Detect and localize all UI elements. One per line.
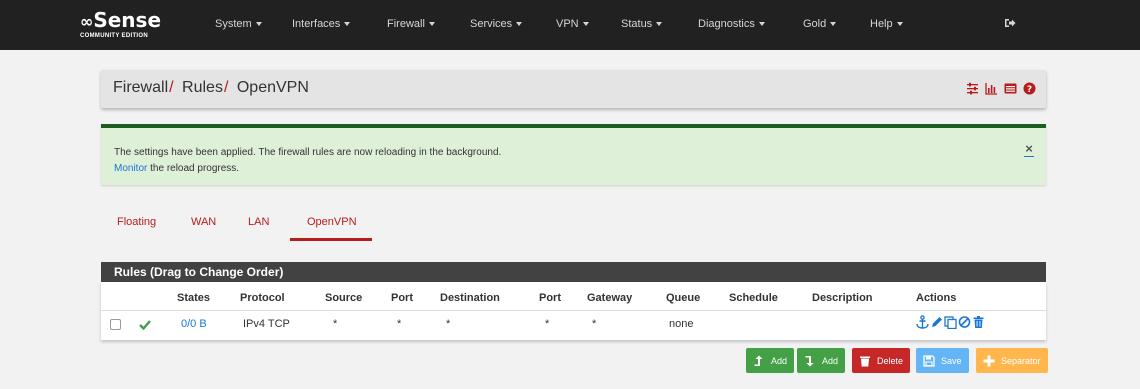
trash-icon[interactable] (972, 315, 985, 329)
sliders-icon[interactable] (966, 82, 979, 95)
breadcrumb-separator: / (169, 79, 174, 96)
rules-table: States Protocol Source Port Destination … (101, 282, 1046, 340)
nav-services[interactable]: Services (470, 18, 523, 30)
pencil-icon[interactable] (930, 315, 943, 329)
breadcrumb-openvpn: OpenVPN (236, 79, 309, 96)
header-port: Port (539, 292, 561, 304)
nav-interfaces[interactable]: Interfaces (292, 18, 351, 30)
header-port: Port (391, 292, 413, 304)
header-source: Source (325, 292, 363, 304)
nav-status[interactable]: Status (621, 18, 663, 30)
caret-down-icon (516, 22, 523, 27)
caret-down-icon (428, 22, 435, 27)
row-actions (916, 315, 985, 329)
tab-openvpn[interactable]: OpenVPN (307, 216, 357, 228)
row-divider (101, 310, 1046, 311)
cell-dest-port: * (545, 318, 550, 330)
ban-icon[interactable] (958, 315, 971, 329)
close-icon[interactable]: × (1024, 142, 1034, 157)
nav-firewall[interactable]: Firewall (387, 18, 435, 30)
caret-down-icon (255, 22, 262, 27)
header-queue: Queue (666, 292, 701, 304)
monitor-link[interactable]: Monitor (114, 163, 147, 174)
bar-chart-icon[interactable] (985, 82, 998, 95)
alert-suffix: the reload progress. (150, 163, 240, 174)
header-description: Description (812, 292, 873, 304)
save-button[interactable]: Save (916, 348, 969, 373)
nav-help[interactable]: Help (870, 18, 903, 30)
states-link[interactable]: 0/0 B (181, 318, 207, 330)
floppy-disk-icon (923, 354, 935, 367)
active-tab-indicator (290, 238, 372, 241)
cell-source-port: * (397, 318, 402, 330)
copy-icon[interactable] (944, 315, 957, 329)
cell-source: * (333, 318, 338, 330)
header-schedule: Schedule (729, 292, 778, 304)
tab-floating[interactable]: Floating (117, 216, 156, 228)
nav-system[interactable]: System (215, 18, 262, 30)
row-select-checkbox[interactable] (110, 319, 121, 330)
breadcrumb-firewall[interactable]: Firewall (113, 79, 168, 96)
tab-lan[interactable]: LAN (248, 216, 269, 228)
breadcrumb: Firewall/ Rules/ OpenVPN (113, 79, 309, 97)
plus-icon (983, 355, 995, 366)
add-bottom-button[interactable]: Add (797, 348, 846, 373)
breadcrumb-separator: / (223, 79, 229, 96)
sign-out-icon[interactable] (1004, 17, 1016, 29)
cell-protocol: IPv4 TCP (243, 318, 290, 330)
logo-text: Sense (93, 8, 162, 32)
caret-down-icon (896, 22, 903, 27)
header-gateway: Gateway (587, 292, 633, 304)
caret-down-icon (582, 22, 589, 27)
header-destination: Destination (440, 292, 500, 304)
cell-destination: * (446, 318, 451, 330)
header-protocol: Protocol (240, 292, 285, 304)
top-navbar: ∞Sense COMMUNITY EDITION System Interfac… (0, 0, 1140, 50)
rules-panel-title: Rules (Drag to Change Order) (101, 262, 1046, 282)
add-top-button[interactable]: Add (746, 348, 795, 373)
header-states: States (177, 292, 211, 304)
anchor-icon[interactable] (916, 315, 929, 329)
nav-diagnostics[interactable]: Diagnostics (698, 18, 765, 30)
breadcrumb-rules[interactable]: Rules (182, 79, 223, 96)
svg-text:?: ? (1027, 85, 1032, 95)
header-actions: Actions (916, 292, 957, 304)
level-up-icon (754, 355, 763, 366)
caret-down-icon (830, 22, 837, 27)
nav-gold[interactable]: Gold (803, 18, 837, 30)
trash-icon (860, 356, 870, 366)
tab-wan[interactable]: WAN (191, 216, 216, 228)
delete-button[interactable]: Delete (852, 348, 911, 373)
check-icon[interactable] (139, 319, 151, 330)
alert-message: The settings have been applied. The fire… (114, 147, 502, 158)
logo-infinity-icon: ∞ (80, 12, 94, 31)
interface-tabs: Floating WAN LAN OpenVPN (101, 210, 501, 243)
nav-vpn[interactable]: VPN (556, 18, 589, 30)
caret-down-icon (344, 22, 351, 27)
breadcrumb-panel: Firewall/ Rules/ OpenVPN ? (101, 70, 1046, 108)
pfsense-logo[interactable]: ∞Sense COMMUNITY EDITION (80, 10, 200, 48)
logo-edition: COMMUNITY EDITION (80, 33, 148, 39)
success-alert: The settings have been applied. The fire… (101, 124, 1046, 185)
question-circle-icon[interactable]: ? (1023, 82, 1036, 95)
list-icon[interactable] (1004, 82, 1017, 95)
cell-gateway: * (592, 318, 597, 330)
level-down-icon (805, 355, 814, 366)
caret-down-icon (758, 22, 765, 27)
add-separator-button[interactable]: Separator (976, 348, 1048, 373)
cell-queue: none (669, 318, 694, 330)
caret-down-icon (656, 22, 663, 27)
